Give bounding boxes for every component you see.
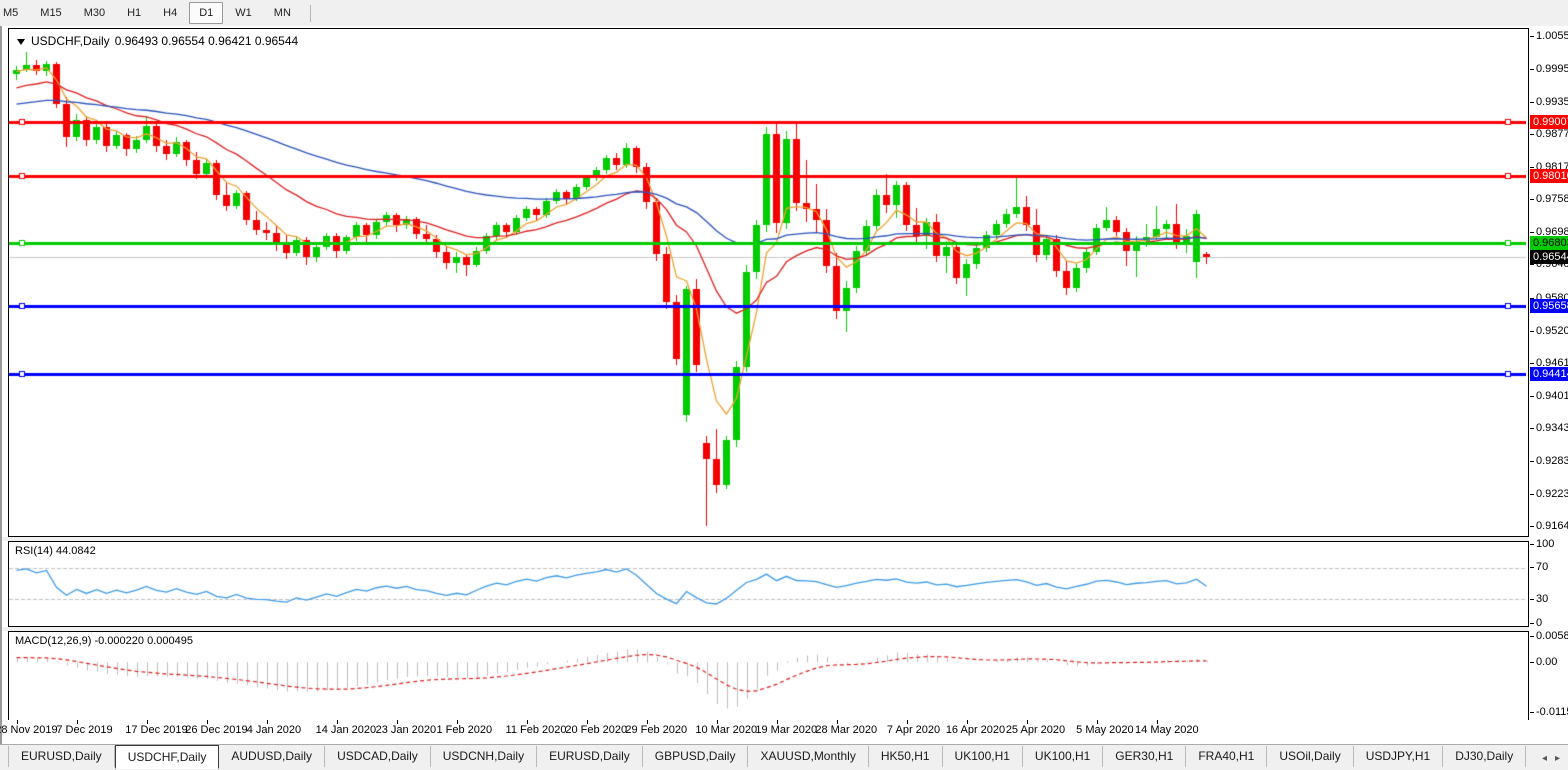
timeframe-button-h4[interactable]: H4: [153, 2, 187, 24]
chart-tab-usdjpy-h1[interactable]: USDJPY,H1: [1354, 746, 1443, 767]
date-axis-label: 4 Jan 2020: [247, 724, 301, 736]
chart-tab-ger30-h1[interactable]: GER30,H1: [1103, 746, 1186, 767]
price-chart-panel: USDCHF,Daily 0.96493 0.96554 0.96421 0.9…: [8, 28, 1529, 537]
chart-tab-eurusd-daily-2[interactable]: EURUSD,Daily: [537, 746, 643, 767]
macd-axis-label: -0.011514: [1536, 706, 1568, 719]
price-axis-label: 0.92830: [1536, 455, 1568, 468]
timeframe-button-m15[interactable]: M15: [30, 2, 71, 24]
date-axis[interactable]: 28 Nov 20197 Dec 201917 Dec 201926 Dec 2…: [8, 720, 1568, 744]
hline-price-tag: 0.96803: [1530, 236, 1568, 250]
rsi-axis-label: 30: [1536, 593, 1548, 606]
chart-tab-xauusd-monthly[interactable]: XAUUSD,Monthly: [748, 746, 868, 767]
price-axis-label: 0.91645: [1536, 520, 1568, 533]
rsi-axis-label: 70: [1536, 561, 1548, 574]
chart-tab-usdcnh-daily[interactable]: USDCNH,Daily: [431, 746, 537, 767]
chart-tab-audusd-daily[interactable]: AUDUSD,Daily: [219, 746, 325, 767]
hline-price-tag: 0.95658: [1530, 299, 1568, 313]
current-price-tag: 0.96544: [1530, 250, 1568, 264]
price-axis-label: 0.95200: [1536, 325, 1568, 338]
timeframe-button-m30[interactable]: M30: [74, 2, 115, 24]
tab-scroll-right-icon[interactable]: ▸: [1551, 753, 1564, 764]
chart-tab-usoil-daily[interactable]: USOil,Daily: [1267, 746, 1353, 767]
price-axis-label: 1.00555: [1536, 30, 1568, 43]
date-axis-label: 28 Nov 2019: [0, 724, 58, 736]
date-axis-label: 26 Dec 2019: [185, 724, 247, 736]
date-axis-label: 1 Feb 2020: [436, 724, 492, 736]
rsi-axis-label: 0: [1536, 617, 1542, 630]
date-axis-label: 25 Apr 2020: [1006, 724, 1065, 736]
date-axis-label: 23 Jan 2020: [376, 724, 437, 736]
date-axis-label: 14 May 2020: [1135, 724, 1199, 736]
timeframe-button-mn[interactable]: MN: [264, 2, 301, 24]
chart-ohlc-values: 0.96493 0.96554 0.96421 0.96544: [115, 34, 299, 48]
price-axis[interactable]: 1.005550.999550.993550.987700.981700.975…: [1529, 28, 1568, 722]
chart-window: USDCHF,Daily 0.96493 0.96554 0.96421 0.9…: [0, 26, 1568, 744]
date-axis-label: 11 Feb 2020: [506, 724, 567, 736]
chart-symbol-label: USDCHF,Daily: [31, 34, 110, 48]
chart-tab-bar: EURUSD,Daily USDCHF,Daily AUDUSD,Daily U…: [0, 744, 1568, 770]
chart-title: USDCHF,Daily 0.96493 0.96554 0.96421 0.9…: [15, 34, 298, 48]
date-axis-label: 5 May 2020: [1076, 724, 1133, 736]
tab-scroll-controls: ◂ ▸: [1538, 745, 1568, 770]
chart-tab-usdcad-daily[interactable]: USDCAD,Daily: [325, 746, 431, 767]
hline-price-tag: 0.99007: [1530, 115, 1568, 129]
rsi-panel: RSI(14) 44.0842: [8, 541, 1529, 627]
date-axis-label: 7 Apr 2020: [887, 724, 940, 736]
date-axis-label: 28 Mar 2020: [815, 724, 877, 736]
hline-price-tag: 0.98010: [1530, 169, 1568, 183]
date-axis-label: 29 Feb 2020: [625, 724, 687, 736]
price-chart-canvas[interactable]: [9, 29, 1526, 534]
rsi-canvas[interactable]: [9, 542, 1526, 624]
macd-axis-label: 0.005818: [1536, 630, 1568, 643]
chart-tab-gbpusd-daily[interactable]: GBPUSD,Daily: [643, 746, 749, 767]
price-axis-label: 0.93430: [1536, 422, 1568, 435]
timeframe-button-d1[interactable]: D1: [189, 2, 223, 24]
price-axis-label: 0.99955: [1536, 63, 1568, 76]
application-window: M5 M15 M30 H1 H4 D1 W1 MN USDCHF,Daily 0…: [0, 0, 1568, 770]
timeframe-button-h1[interactable]: H1: [117, 2, 151, 24]
chart-tab-fra40-h1[interactable]: FRA40,H1: [1186, 746, 1267, 767]
chart-tab-usdchf-daily[interactable]: USDCHF,Daily: [115, 745, 220, 769]
price-axis-label: 0.99355: [1536, 96, 1568, 109]
toolbar-separator: [310, 5, 311, 22]
chart-tab-uk100-h1-2[interactable]: UK100,H1: [1023, 746, 1103, 767]
tab-scroll-left-icon[interactable]: ◂: [1538, 753, 1551, 764]
macd-axis-label: 0.00: [1536, 656, 1557, 669]
date-axis-label: 14 Jan 2020: [316, 724, 377, 736]
hline-price-tag: 0.94414: [1530, 367, 1568, 381]
macd-panel: MACD(12,26,9) -0.000220 0.000495: [8, 631, 1529, 722]
timeframe-button-w1[interactable]: W1: [225, 2, 262, 24]
timeframe-button-m5[interactable]: M5: [0, 2, 28, 24]
symbol-dropdown-icon[interactable]: [17, 39, 25, 45]
price-axis-label: 0.92230: [1536, 488, 1568, 501]
macd-canvas[interactable]: [9, 632, 1526, 719]
macd-label: MACD(12,26,9) -0.000220 0.000495: [15, 635, 193, 647]
rsi-label: RSI(14) 44.0842: [15, 545, 96, 557]
date-axis-label: 20 Feb 2020: [565, 724, 627, 736]
chart-tab-uk100-h1-1[interactable]: UK100,H1: [943, 746, 1023, 767]
date-axis-label: 10 Mar 2020: [695, 724, 757, 736]
date-axis-label: 17 Dec 2019: [125, 724, 187, 736]
chart-tab-hk50-h1[interactable]: HK50,H1: [869, 746, 943, 767]
price-axis-label: 0.98770: [1536, 128, 1568, 141]
date-axis-label: 19 Mar 2020: [755, 724, 817, 736]
price-axis-label: 0.97585: [1536, 193, 1568, 206]
timeframe-toolbar: M5 M15 M30 H1 H4 D1 W1 MN: [0, 0, 1568, 27]
rsi-axis-label: 100: [1536, 538, 1554, 551]
chart-tab-eurusd-daily-1[interactable]: EURUSD,Daily: [8, 746, 115, 767]
date-axis-label: 7 Dec 2019: [56, 724, 112, 736]
date-axis-label: 16 Apr 2020: [946, 724, 1005, 736]
price-axis-label: 0.94015: [1536, 390, 1568, 403]
chart-tab-dj30-daily[interactable]: DJ30,Daily: [1443, 746, 1526, 767]
